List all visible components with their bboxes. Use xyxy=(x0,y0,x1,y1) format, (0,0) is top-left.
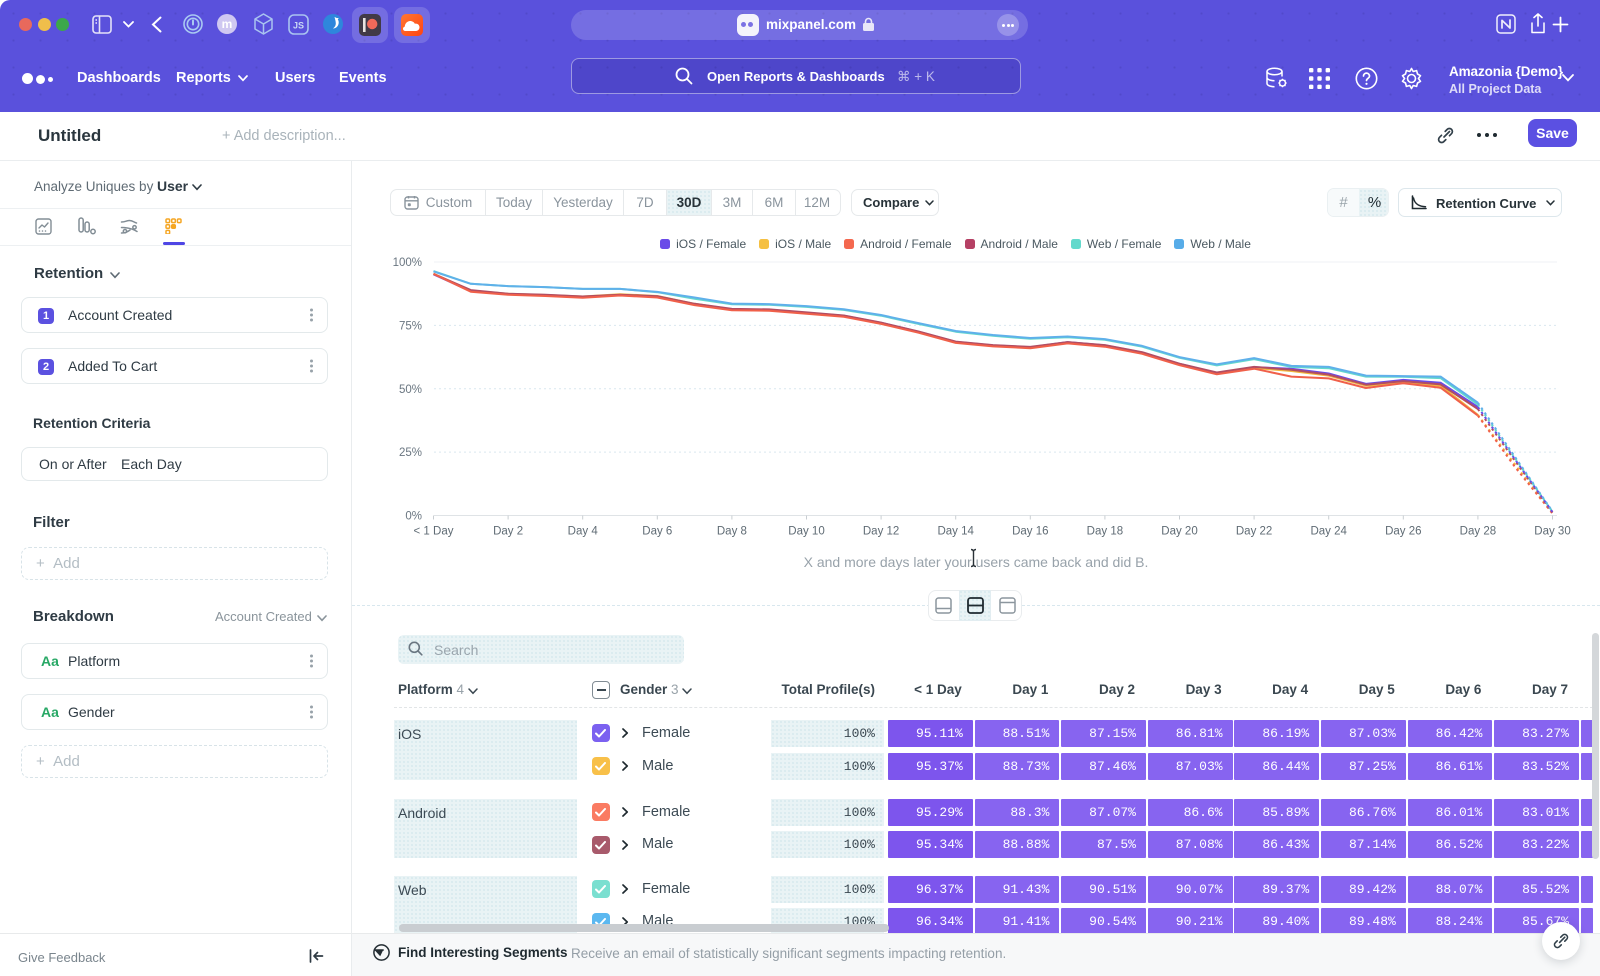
svg-text:JS: JS xyxy=(293,21,304,31)
svg-text:Day 4: Day 4 xyxy=(568,526,599,538)
svg-text:Day 16: Day 16 xyxy=(1012,526,1048,538)
svg-text:Day 22: Day 22 xyxy=(1236,526,1272,538)
svg-text:Day 6: Day 6 xyxy=(642,526,672,538)
svg-text:Day 10: Day 10 xyxy=(788,526,824,538)
svg-text:Day 14: Day 14 xyxy=(937,526,974,538)
svg-text:Day 26: Day 26 xyxy=(1385,526,1421,538)
svg-text:Day 8: Day 8 xyxy=(717,526,747,538)
svg-text:75%: 75% xyxy=(399,320,422,332)
svg-text:Day 12: Day 12 xyxy=(863,526,899,538)
svg-text:25%: 25% xyxy=(399,447,422,459)
svg-text:100%: 100% xyxy=(393,257,422,269)
svg-text:50%: 50% xyxy=(399,384,422,396)
svg-text:Day 20: Day 20 xyxy=(1161,526,1197,538)
svg-text:Day 28: Day 28 xyxy=(1460,526,1496,538)
svg-text:Day 30: Day 30 xyxy=(1534,526,1570,538)
svg-text:Day 24: Day 24 xyxy=(1310,526,1347,538)
svg-text:< 1 Day: < 1 Day xyxy=(414,526,454,538)
svg-text:Day 2: Day 2 xyxy=(493,526,523,538)
svg-text:0%: 0% xyxy=(405,511,422,523)
svg-text:Day 18: Day 18 xyxy=(1087,526,1123,538)
